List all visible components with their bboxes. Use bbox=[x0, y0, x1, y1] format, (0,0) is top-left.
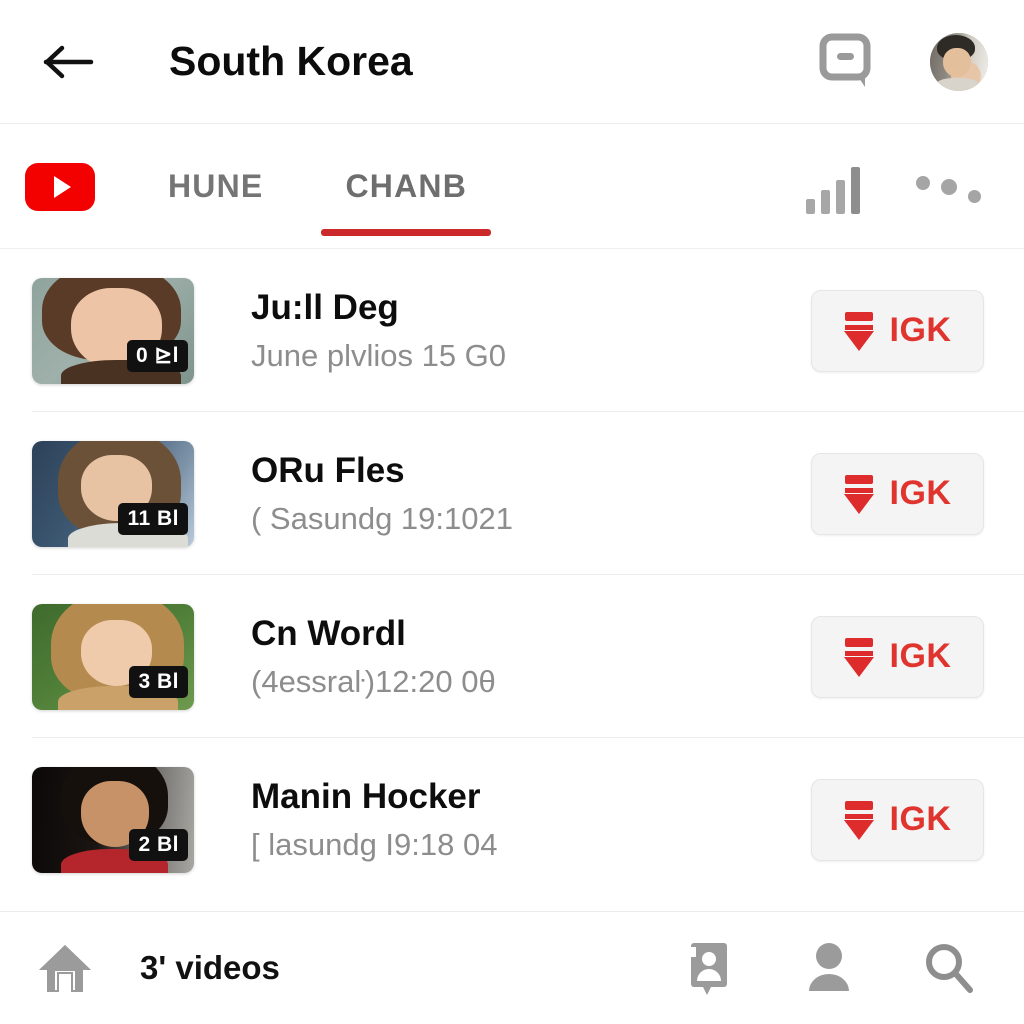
tab-hune[interactable]: HUNE bbox=[160, 154, 271, 205]
app-root: South Korea HUNE CHANB 0 ⊵l Ju:ll Deg Ju… bbox=[0, 0, 1024, 1024]
dot-2 bbox=[941, 179, 957, 195]
tab-bar: HUNE CHANB bbox=[0, 124, 1024, 249]
download-button-label: IGK bbox=[889, 800, 952, 838]
row-text-block: Ju:ll Deg June plvlios 15 G0 bbox=[251, 287, 811, 375]
download-bar-mid bbox=[844, 650, 873, 656]
table-row[interactable]: 11 Bl ORu Fles ( Ѕasundg 19:1021 IGK bbox=[0, 412, 1024, 575]
video-title: Manin Hocker bbox=[251, 776, 481, 816]
download-button[interactable]: IGK bbox=[811, 452, 984, 535]
download-button[interactable]: IGK bbox=[811, 615, 984, 698]
search-button[interactable] bbox=[918, 937, 980, 999]
download-arrow bbox=[843, 656, 874, 677]
home-button[interactable] bbox=[34, 937, 96, 999]
download-icon bbox=[843, 637, 874, 677]
video-thumbnail[interactable]: 11 Bl bbox=[32, 440, 194, 547]
download-bar-top bbox=[844, 637, 873, 647]
back-button[interactable] bbox=[40, 33, 98, 91]
duration-badge: 11 Bl bbox=[118, 503, 188, 535]
table-row[interactable]: 3 Bl Cn Wordl (4essraŀ)12:20 0θ IGK bbox=[0, 575, 1024, 738]
row-text-block: Cn Wordl (4essraŀ)12:20 0θ bbox=[251, 613, 811, 701]
contact-card-button[interactable] bbox=[678, 937, 740, 999]
download-bar-mid bbox=[844, 324, 873, 330]
bar-4 bbox=[851, 167, 860, 214]
video-title: ORu Fles bbox=[251, 450, 405, 490]
duration-badge: 2 Bl bbox=[129, 829, 188, 861]
download-bar-top bbox=[844, 800, 873, 810]
tab-chanb-label: CHANB bbox=[345, 168, 468, 204]
youtube-logo-icon[interactable] bbox=[25, 163, 95, 211]
download-bar-top bbox=[844, 474, 873, 484]
download-arrow bbox=[843, 819, 874, 840]
video-thumbnail[interactable]: 3 Bl bbox=[32, 603, 194, 710]
avatar-face bbox=[942, 47, 971, 77]
tab-chanb[interactable]: CHANB bbox=[321, 154, 492, 236]
video-thumbnail[interactable]: 0 ⊵l bbox=[32, 277, 194, 384]
download-icon bbox=[843, 800, 874, 840]
download-bar-top bbox=[844, 311, 873, 321]
tab-chanb-indicator bbox=[321, 229, 492, 236]
duration-badge: 0 ⊵l bbox=[127, 340, 188, 372]
video-list: 0 ⊵l Ju:ll Deg June plvlios 15 G0 IGK 11… bbox=[0, 249, 1024, 911]
home-icon bbox=[39, 945, 91, 992]
download-bar-mid bbox=[844, 487, 873, 493]
page-title: South Korea bbox=[169, 38, 413, 84]
contact-card-icon bbox=[689, 943, 727, 995]
search-icon bbox=[926, 944, 973, 993]
bar-2 bbox=[821, 190, 830, 214]
bar-chart-icon[interactable] bbox=[806, 166, 860, 214]
video-subtitle: ( Ѕasundg 19:1021 bbox=[251, 500, 513, 536]
download-button-label: IGK bbox=[889, 637, 952, 675]
download-icon bbox=[843, 311, 874, 351]
bottom-bar: 3' videos bbox=[0, 911, 1024, 1024]
download-button-label: IGK bbox=[889, 311, 952, 349]
chat-button[interactable] bbox=[816, 31, 878, 93]
row-text-block: ORu Fles ( Ѕasundg 19:1021 bbox=[251, 450, 811, 538]
download-button[interactable]: IGK bbox=[811, 289, 984, 372]
duration-badge: 3 Bl bbox=[129, 666, 188, 698]
avatar-body bbox=[934, 77, 980, 91]
avatar[interactable] bbox=[930, 32, 988, 91]
bar-1 bbox=[806, 199, 815, 214]
tab-hune-label: HUNE bbox=[168, 168, 264, 204]
dot-3 bbox=[968, 190, 981, 203]
bar-3 bbox=[836, 180, 845, 214]
download-button-label: IGK bbox=[889, 474, 952, 512]
person-icon bbox=[809, 943, 849, 991]
download-bar-mid bbox=[844, 813, 873, 819]
video-count-label: 3' videos bbox=[140, 949, 280, 986]
table-row[interactable]: 0 ⊵l Ju:ll Deg June plvlios 15 G0 IGK bbox=[0, 249, 1024, 412]
back-arrow-icon bbox=[43, 45, 94, 78]
tab-list: HUNE CHANB bbox=[160, 154, 492, 248]
video-title: Cn Wordl bbox=[251, 613, 406, 653]
more-options-icon[interactable] bbox=[916, 168, 988, 216]
row-text-block: Manin Hocker [ lasundg I9:18 04 bbox=[251, 776, 811, 864]
download-arrow bbox=[843, 330, 874, 351]
person-button[interactable] bbox=[798, 937, 860, 999]
video-subtitle: (4essraŀ)12:20 0θ bbox=[251, 663, 496, 699]
table-row[interactable]: 2 Bl Manin Hocker [ lasundg I9:18 04 IGK bbox=[0, 738, 1024, 901]
download-arrow bbox=[843, 493, 874, 514]
download-button[interactable]: IGK bbox=[811, 778, 984, 861]
download-icon bbox=[843, 474, 874, 514]
play-triangle-icon bbox=[53, 176, 71, 198]
dot-1 bbox=[916, 176, 930, 190]
video-thumbnail[interactable]: 2 Bl bbox=[32, 766, 194, 873]
app-header: South Korea bbox=[0, 0, 1024, 124]
video-subtitle: [ lasundg I9:18 04 bbox=[251, 826, 498, 862]
chat-bubble-icon bbox=[819, 33, 871, 87]
video-subtitle: June plvlios 15 G0 bbox=[251, 337, 507, 373]
video-title: Ju:ll Deg bbox=[251, 287, 399, 327]
